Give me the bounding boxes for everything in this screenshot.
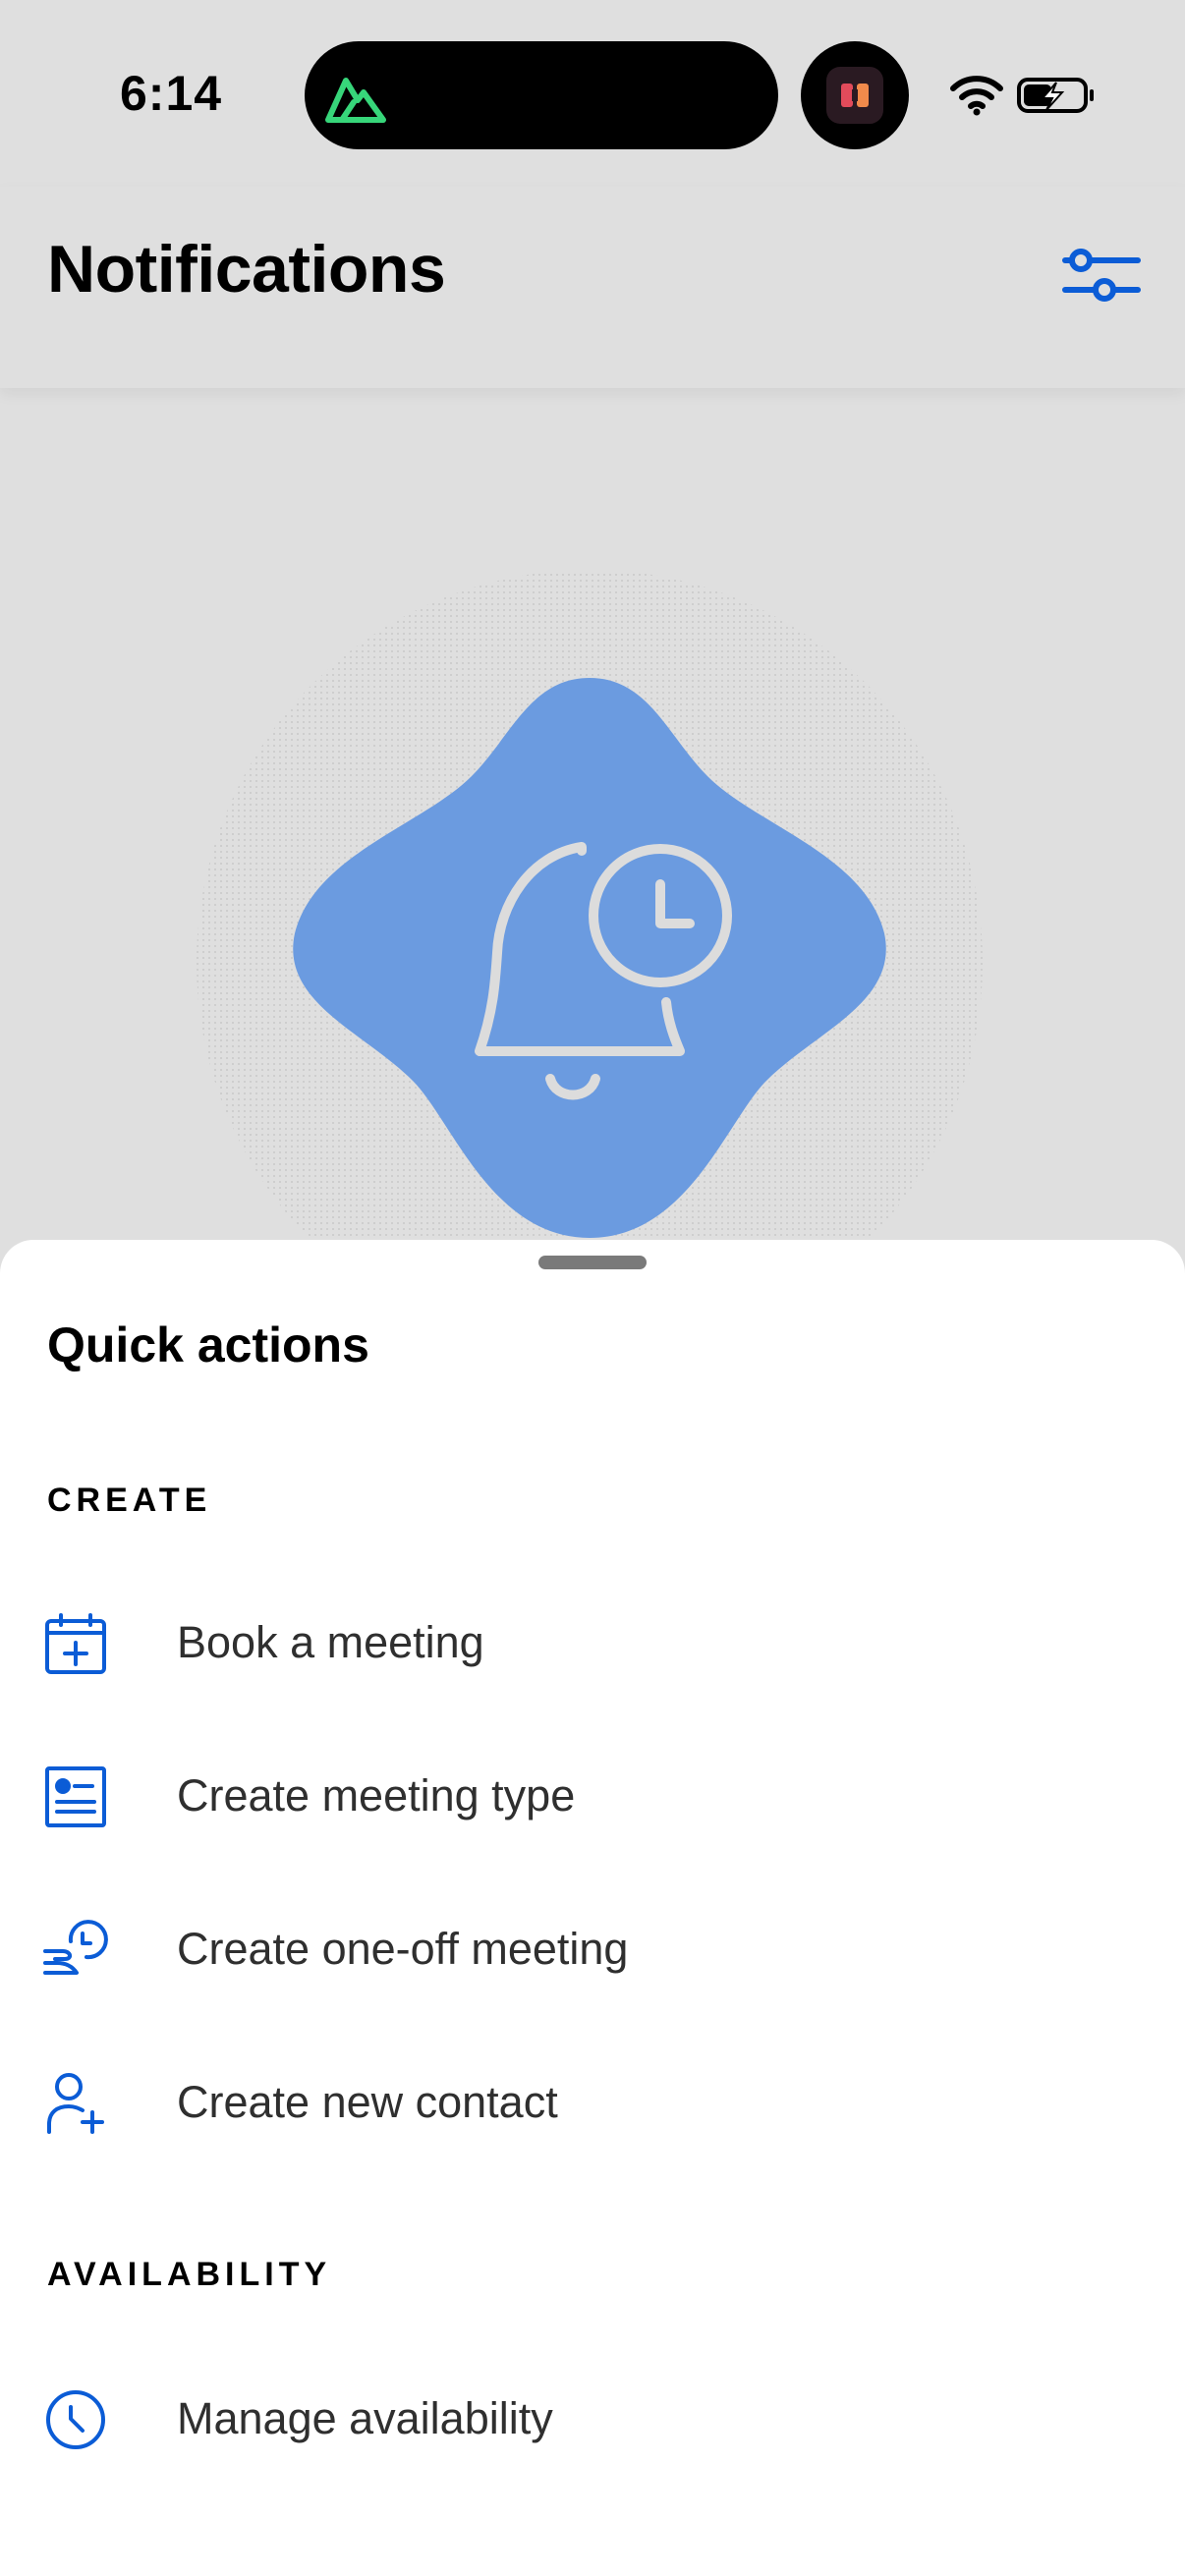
- filter-button[interactable]: [1061, 241, 1142, 309]
- manage-availability-action[interactable]: Manage availability: [0, 2350, 1185, 2488]
- action-label: Create meeting type: [177, 1770, 576, 1820]
- mountain-icon: [325, 78, 386, 123]
- create-new-contact-action[interactable]: Create new contact: [0, 2034, 1185, 2171]
- section-label-create: CREATE: [47, 1482, 212, 1519]
- sheet-drag-handle[interactable]: [538, 1256, 647, 1269]
- calendar-plus-icon: [45, 1613, 106, 1674]
- clock-icon: [46, 2390, 105, 2449]
- document-list-icon: [45, 1766, 106, 1827]
- sliders-icon: [1062, 249, 1141, 302]
- clock-hand-icon: [43, 1920, 108, 1975]
- page-header: Notifications: [0, 187, 1185, 388]
- user-plus-icon: [47, 2073, 104, 2134]
- quick-actions-sheet: Quick actions CREATE Book a meeting Crea…: [0, 1240, 1185, 2576]
- notifications-empty-illustration: [197, 570, 983, 1248]
- action-label: Create one-off meeting: [177, 1924, 629, 1974]
- page-title: Notifications: [47, 232, 446, 307]
- app-indicator-icon: [826, 67, 883, 124]
- action-label: Manage availability: [177, 2393, 553, 2443]
- create-meeting-type-action[interactable]: Create meeting type: [0, 1727, 1185, 1865]
- status-bar: 6:14: [0, 0, 1185, 187]
- action-label: Book a meeting: [177, 1617, 484, 1667]
- action-label: Create new contact: [177, 2077, 558, 2127]
- sheet-title: Quick actions: [47, 1317, 369, 1372]
- book-meeting-action[interactable]: Book a meeting: [0, 1574, 1185, 1711]
- battery-charging-icon: [1017, 78, 1094, 113]
- status-time: 6:14: [120, 66, 223, 121]
- create-one-off-meeting-action[interactable]: Create one-off meeting: [0, 1880, 1185, 2018]
- section-label-availability: AVAILABILITY: [47, 2256, 332, 2293]
- wifi-icon: [950, 76, 1003, 116]
